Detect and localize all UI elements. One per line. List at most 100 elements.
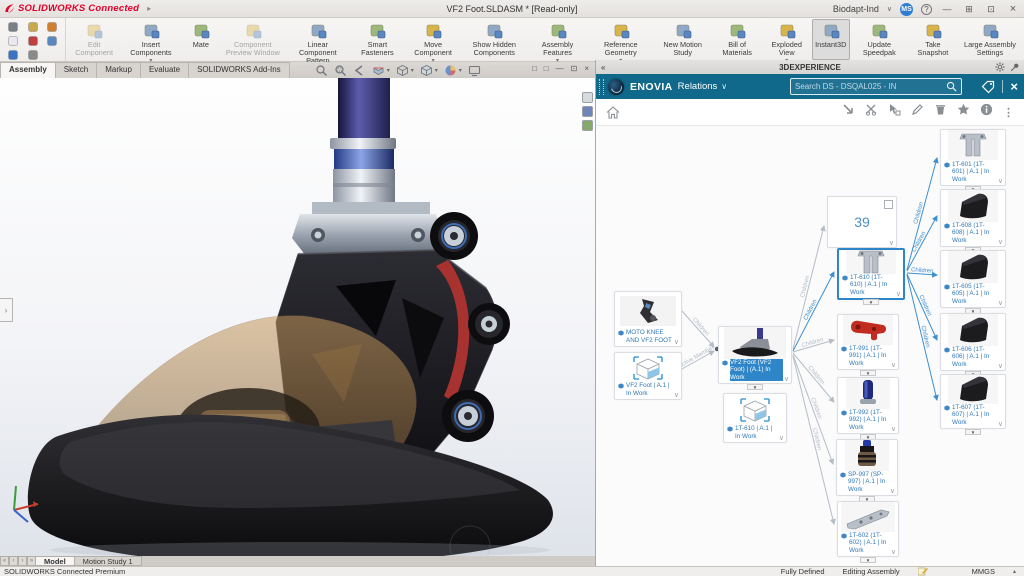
relations-graph[interactable]: ChildrenActive MemberChildrenChildrenChi…	[596, 126, 1024, 566]
graph-node-1t-605[interactable]: 1T-605 (1T-605) | A.1 | In Work∨▼	[940, 250, 1006, 308]
account-dropdown-icon[interactable]: ∨	[887, 5, 892, 13]
pane-icon-blue[interactable]	[582, 106, 593, 117]
pane-icon-green[interactable]	[582, 120, 593, 131]
search-icon[interactable]	[946, 81, 957, 92]
properties-icon[interactable]	[45, 34, 59, 48]
node-chevron-icon[interactable]: ∨	[998, 238, 1003, 246]
graph-node-sp-997[interactable]: SP-997 (SP-997) | A.1 | In Work∨▼	[836, 439, 898, 496]
previous-view-icon[interactable]	[353, 64, 366, 77]
avatar[interactable]: MS	[900, 3, 913, 16]
node-chevron-icon[interactable]: ∨	[674, 338, 679, 346]
status-expand-icon[interactable]: ▴	[1013, 568, 1016, 575]
appearances-caret-icon[interactable]: ▾	[459, 67, 462, 74]
graph-node-1t-607[interactable]: 1T-607 (1T-607) | A.1 | In Work∨▼	[940, 374, 1006, 429]
node-chevron-icon[interactable]: ∨	[998, 177, 1003, 185]
smart-fasteners-button[interactable]: Smart Fasteners	[351, 19, 404, 60]
minimize-button[interactable]: —	[940, 4, 954, 14]
select-box-icon[interactable]	[888, 103, 901, 121]
options-gear-icon[interactable]	[26, 48, 40, 62]
tab-sketch[interactable]: Sketch	[55, 62, 97, 78]
app-menu-label[interactable]: Relations	[678, 81, 718, 92]
reference-geometry-button[interactable]: Reference Geometry▾	[589, 19, 653, 60]
large-assembly-settings-button[interactable]: Large Assembly Settings	[958, 19, 1022, 60]
display-style-caret-icon[interactable]: ▾	[411, 67, 414, 74]
edit-pencil-icon[interactable]	[911, 103, 924, 121]
doc-close-icon[interactable]: ×	[584, 64, 589, 73]
view-orientation-caret-icon[interactable]: ▾	[435, 67, 438, 74]
graph-node-1t-606[interactable]: 1T-606 (1T-606) | A.1 | In Work∨▼	[940, 313, 1006, 371]
node-expand-tab[interactable]: ▼	[860, 557, 876, 563]
bill-of-materials-button[interactable]: Bill of Materials	[713, 19, 762, 60]
pane-icon-gray[interactable]	[582, 92, 593, 103]
delete-trash-icon[interactable]	[934, 103, 947, 121]
detach-icon[interactable]	[865, 103, 878, 121]
node-expand-tab[interactable]: ▼	[860, 370, 876, 376]
new-document-icon[interactable]	[6, 34, 20, 48]
node-chevron-icon[interactable]: ∨	[998, 362, 1003, 370]
model-tab-model[interactable]: Model	[35, 556, 75, 566]
threeds-compass-icon[interactable]	[608, 79, 624, 95]
graph-node-1t-601[interactable]: 1T-601 (1T-601) | A.1 | In Work∨▼	[940, 129, 1006, 186]
graph-node-vf2-foot-ref[interactable]: VF2 Foot | A.1 | In Work∨	[614, 352, 682, 400]
component-preview-window-button[interactable]: Component Preview Window	[221, 19, 285, 60]
node-checkbox[interactable]	[884, 200, 893, 209]
graph-node-1t-610-ref[interactable]: 1T-610 | A.1 | In Work∨	[723, 393, 787, 443]
new-motion-study-button[interactable]: New Motion Study	[654, 19, 712, 60]
show-hidden-components-button[interactable]: Show Hidden Components	[462, 19, 526, 60]
graph-node-1t-992[interactable]: 1T-992 (1T-992) | A.1 | In Work∨▼	[837, 377, 899, 434]
scene-icon[interactable]	[468, 64, 481, 77]
take-snapshot-button[interactable]: Take Snapshot	[909, 19, 957, 60]
node-chevron-icon[interactable]: ∨	[998, 420, 1003, 428]
info-icon[interactable]	[980, 103, 993, 121]
section-view-icon[interactable]	[372, 64, 385, 77]
prosthetic-foot-model[interactable]	[0, 78, 595, 556]
model-tab-scroll-next[interactable]: ›	[18, 556, 27, 566]
graph-node-group-39[interactable]: 39∨	[827, 196, 897, 248]
restore-button[interactable]: ⊡	[984, 4, 998, 15]
home-icon[interactable]	[6, 20, 20, 34]
instant3d-button[interactable]: Instant3D	[812, 19, 850, 60]
update-speedpak-button[interactable]: Update Speedpak	[851, 19, 908, 60]
zoom-area-icon[interactable]	[334, 64, 347, 77]
node-chevron-icon[interactable]: ∨	[779, 434, 784, 442]
node-expand-tab[interactable]: ▼	[965, 429, 981, 435]
graph-node-1t-610[interactable]: 1T-610 (1T-610) | A.1 | In Work∨▼	[837, 248, 905, 300]
zoom-fit-icon[interactable]	[315, 64, 328, 77]
panel-pin-icon[interactable]	[1010, 62, 1020, 72]
node-chevron-icon[interactable]: ∨	[784, 375, 789, 383]
maximize-button[interactable]: ⊞	[962, 4, 976, 15]
import-arrow-icon[interactable]	[842, 103, 855, 121]
node-chevron-icon[interactable]: ∨	[674, 391, 679, 399]
graph-node-1t-602[interactable]: 1T-602 (1T-602) | A.1 | In Work∨▼	[837, 501, 899, 557]
mate-button[interactable]: Mate	[182, 19, 220, 60]
panel-close-icon[interactable]: ×	[1010, 80, 1018, 93]
home-icon[interactable]	[606, 106, 620, 119]
model-tab-motion-study-1[interactable]: Motion Study 1	[74, 556, 142, 566]
node-expand-tab[interactable]: ▼	[863, 299, 879, 305]
status-units[interactable]: MMGS	[972, 567, 995, 576]
assembly-features-button[interactable]: Assembly Features▾	[527, 19, 588, 60]
section-view-caret-icon[interactable]: ▾	[387, 67, 390, 74]
feature-manager-collapsed-tab[interactable]: ›	[0, 298, 13, 322]
display-style-icon[interactable]	[396, 64, 409, 77]
favorite-star-icon[interactable]	[957, 103, 970, 121]
node-chevron-icon[interactable]: ∨	[891, 548, 896, 556]
node-chevron-icon[interactable]: ∨	[891, 425, 896, 433]
edit-component-button[interactable]: Edit Component	[68, 19, 120, 60]
model-tab-scroll-first[interactable]: «	[0, 556, 9, 566]
undo-icon[interactable]	[45, 20, 59, 34]
node-chevron-icon[interactable]: ∨	[891, 361, 896, 369]
tab-evaluate[interactable]: Evaluate	[140, 62, 189, 78]
panel-drag-handle[interactable]	[599, 79, 604, 95]
node-chevron-icon[interactable]: ∨	[890, 487, 895, 495]
graph-node-moto-knee[interactable]: MOTO KNEE AND VF2 FOOT∨	[614, 291, 682, 347]
node-chevron-icon[interactable]: ∨	[896, 290, 901, 298]
pane-single-icon[interactable]: □	[544, 64, 549, 73]
tag-icon[interactable]	[981, 80, 995, 94]
view-orientation-icon[interactable]	[420, 64, 433, 77]
tab-solidworks-add-ins[interactable]: SOLIDWORKS Add-Ins	[188, 62, 290, 78]
appearances-icon[interactable]	[444, 64, 457, 77]
graph-node-vf2-foot-main[interactable]: VF2 Foot (VF2 Foot) | (A.1) In Work∨▼	[718, 326, 792, 384]
help-icon[interactable]: ?	[921, 4, 932, 15]
pane-split-icon[interactable]: □	[532, 64, 537, 73]
